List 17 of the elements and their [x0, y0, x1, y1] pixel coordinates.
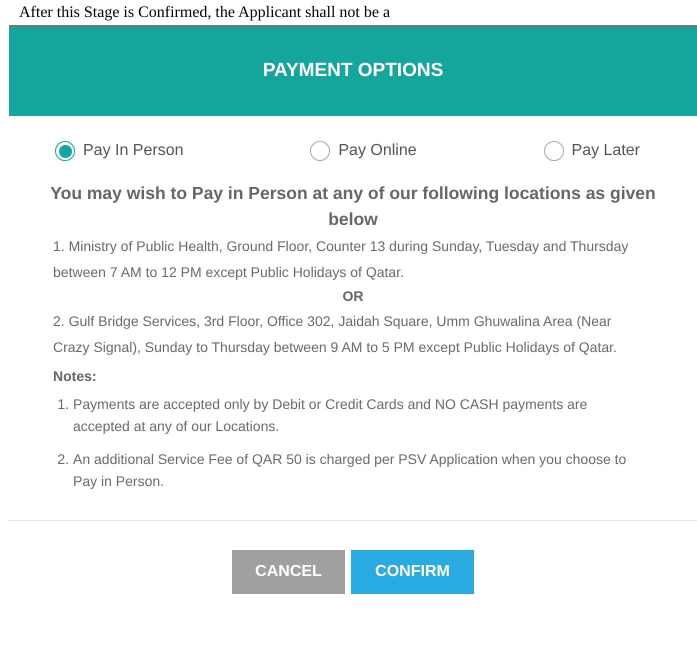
- radio-button[interactable]: [310, 141, 330, 161]
- radio-option[interactable]: Pay Later: [544, 139, 640, 163]
- dialog-title: PAYMENT OPTIONS: [262, 59, 444, 84]
- separator-text: OR: [342, 287, 364, 306]
- location-text: 1. Ministry of Public Health, Ground Floor, Counter 13 during Sunday, Tuesday and Thursday between 7 AM to 12 PM except Public Holidays of Qatar.: [53, 237, 630, 282]
- radio-option[interactable]: Pay In Person: [55, 139, 184, 163]
- radio-button[interactable]: [55, 141, 75, 161]
- note-number: 2.: [56, 450, 70, 469]
- background-text: After this Stage is Confirmed, the Applicant shall not be a: [19, 4, 390, 22]
- notes-title: Notes:: [53, 367, 98, 386]
- note-number: 1.: [56, 395, 70, 414]
- note-text: An additional Service Fee of QAR 50 is charged per PSV Application when you choose to Pay in Person.: [73, 450, 628, 491]
- radio-button[interactable]: [544, 141, 564, 161]
- radio-option[interactable]: Pay Online: [310, 139, 417, 163]
- note-text: Payments are accepted only by Debit or Credit Cards and NO CASH payments are accepted at any of our Locations.: [73, 395, 588, 436]
- instruction-heading: You may wish to Pay in Person at any of our following locations as given below: [49, 182, 657, 231]
- location-text: 2. Gulf Bridge Services, 3rd Floor, Office 302, Jaidah Square, Umm Ghuwalina Area (Near Crazy Signal), Sunday to Thursday between 9 AM to 5 PM except Public Holidays of Qatar.: [53, 312, 618, 357]
